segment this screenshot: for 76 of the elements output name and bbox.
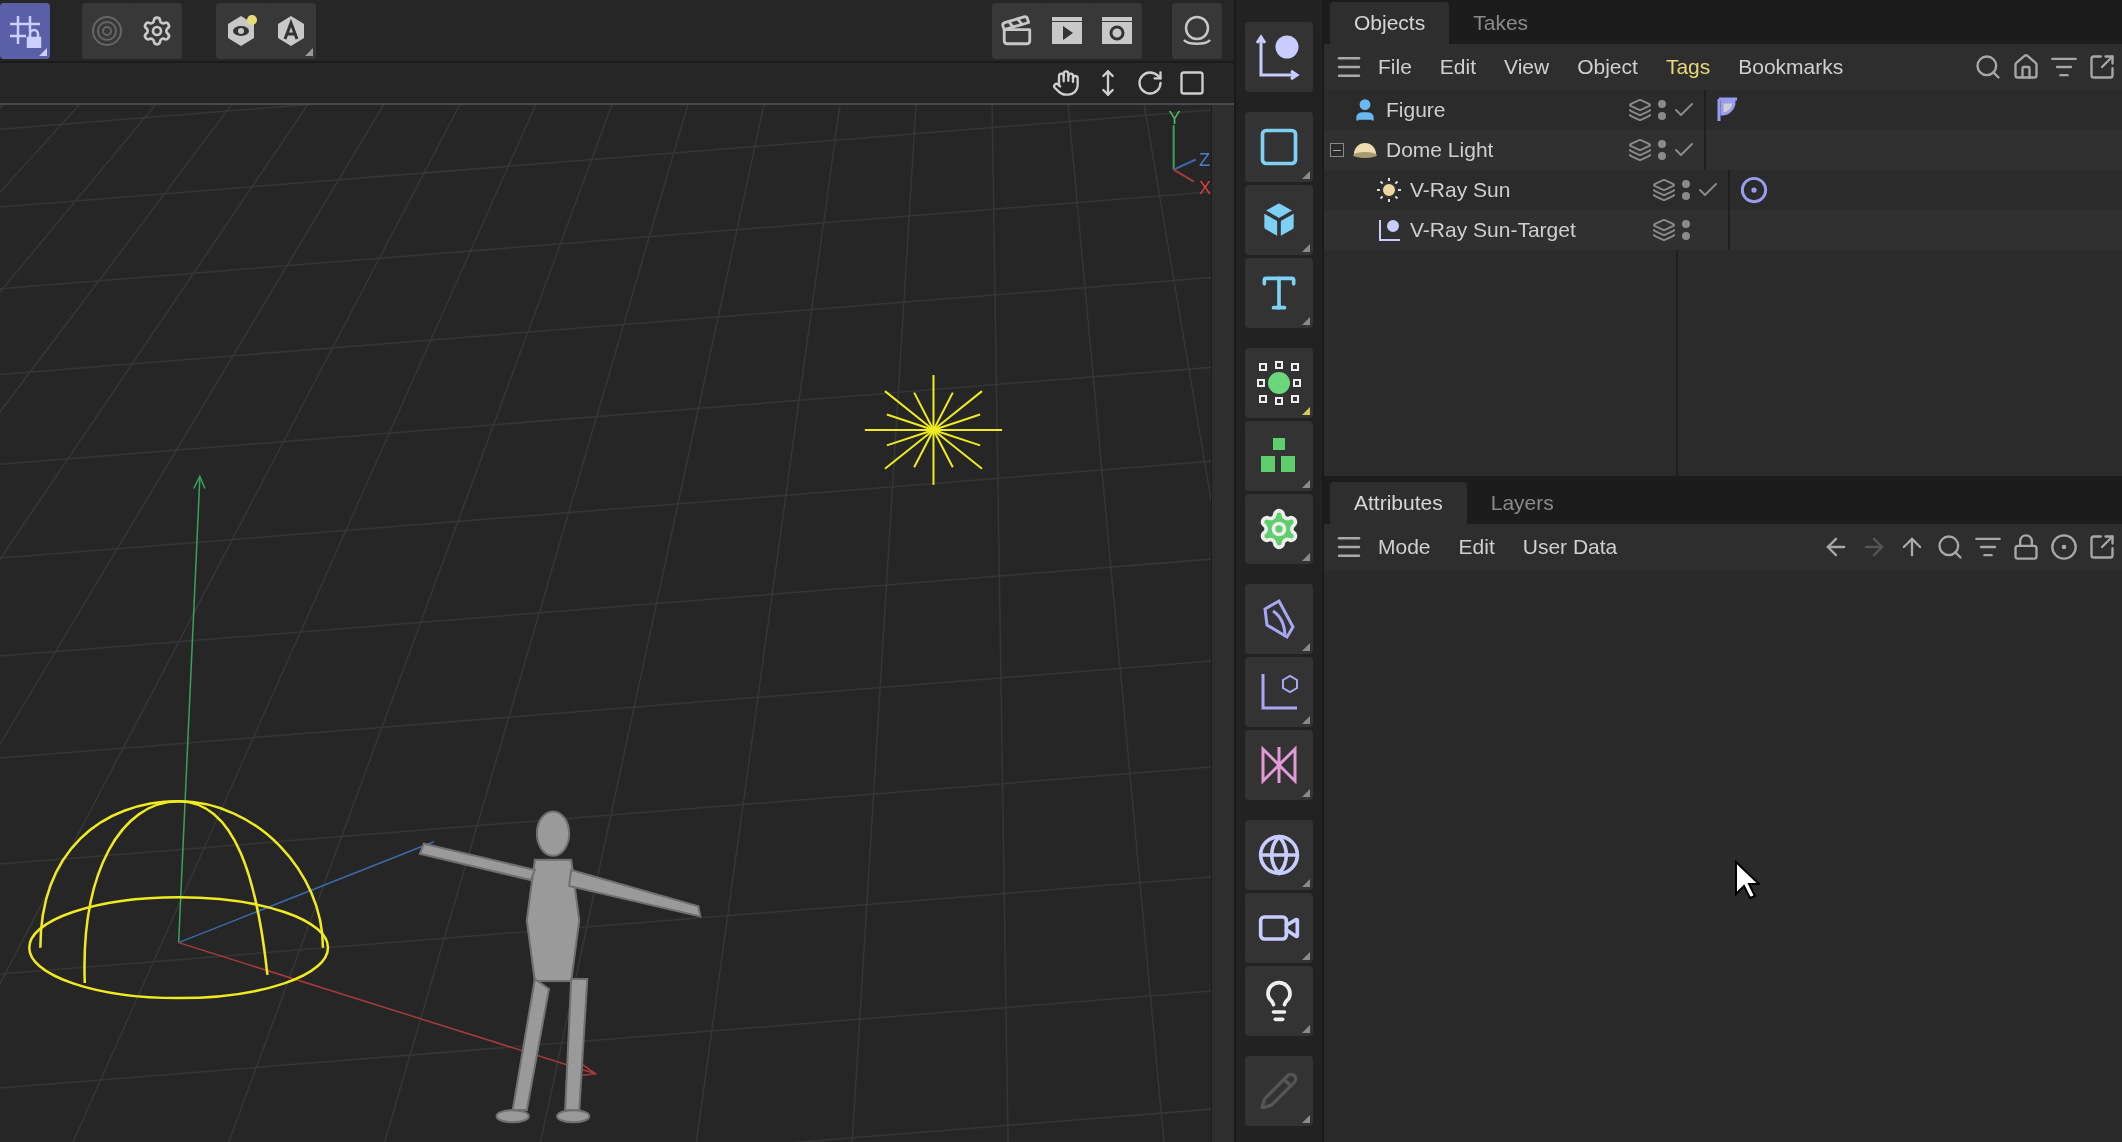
tool-button[interactable] [1245, 22, 1313, 92]
viewport-scrollbar[interactable] [1211, 104, 1234, 1142]
display-tag-icon[interactable] [1716, 97, 1740, 123]
lock-icon[interactable] [2012, 533, 2040, 561]
corner-triangle-icon [1302, 1025, 1310, 1033]
toolbar-button[interactable] [0, 2, 50, 59]
clapperboard-icon [1000, 13, 1034, 48]
pencil-icon [1259, 1071, 1299, 1111]
menu-item[interactable]: Object [1563, 55, 1652, 79]
menu-item[interactable]: Mode [1364, 535, 1445, 559]
concentric-rings-icon [91, 14, 123, 47]
maximize-icon[interactable] [1178, 68, 1206, 97]
visibility-dots[interactable] [1658, 140, 1666, 160]
object-name[interactable]: V-Ray Sun-Target [1410, 218, 1576, 242]
tool-button[interactable] [1245, 258, 1313, 328]
panel-tab[interactable]: Objects [1330, 2, 1450, 44]
visibility-dots[interactable] [1682, 180, 1690, 200]
corner-triangle-icon [1302, 789, 1310, 797]
new-window-icon[interactable] [2088, 53, 2116, 81]
axis-sphere-icon [1376, 217, 1402, 243]
grid-lock-icon [8, 13, 42, 48]
tool-button[interactable] [1245, 893, 1313, 963]
tool-button[interactable] [1245, 657, 1313, 727]
pan-icon[interactable] [1052, 68, 1080, 97]
tool-button[interactable] [1245, 584, 1313, 654]
corner-triangle-icon [1302, 1115, 1310, 1123]
menu-item[interactable]: Tags [1651, 55, 1725, 79]
search-icon[interactable] [1974, 53, 2002, 81]
x-axis-label: X [1198, 177, 1211, 198]
target-icon[interactable] [2050, 533, 2078, 561]
tool-button[interactable] [1245, 820, 1313, 890]
corner-triangle-icon [39, 47, 47, 56]
menu-item[interactable]: File [1364, 55, 1426, 79]
panel-tab[interactable]: Takes [1449, 2, 1553, 44]
object-name[interactable]: V-Ray Sun [1410, 178, 1511, 202]
visibility-dots[interactable] [1682, 220, 1690, 240]
layers-icon[interactable] [1652, 178, 1676, 202]
corner-triangle-icon [1302, 553, 1310, 561]
menu-item[interactable]: Edit [1425, 55, 1491, 79]
tool-button[interactable] [1245, 494, 1313, 564]
tool-button[interactable] [1245, 966, 1313, 1036]
layers-icon[interactable] [1628, 98, 1652, 122]
collapse-toggle[interactable] [1330, 143, 1344, 157]
corner-triangle-icon [1302, 317, 1310, 325]
point-selection-icon [1257, 361, 1301, 405]
tool-button[interactable] [1245, 185, 1313, 255]
dome-icon [1352, 140, 1378, 160]
tool-button[interactable] [1245, 730, 1313, 800]
object-name[interactable]: Figure [1386, 98, 1446, 122]
layers-icon[interactable] [1652, 218, 1676, 242]
orientation-gizmo [1172, 124, 1197, 183]
visibility-dots[interactable] [1658, 100, 1666, 120]
search-icon[interactable] [1936, 533, 1964, 561]
globe-icon [1257, 833, 1301, 877]
mouse-cursor-icon [1734, 860, 1760, 900]
render-view-icon [1180, 13, 1214, 48]
menu-item[interactable]: Bookmarks [1724, 55, 1858, 79]
new-window-icon[interactable] [2088, 533, 2116, 561]
tool-button[interactable] [1245, 112, 1313, 182]
menu-item[interactable]: Edit [1444, 535, 1509, 559]
panel-tab[interactable]: Attributes [1330, 482, 1467, 524]
tool-button[interactable] [1245, 348, 1313, 418]
sun-icon [1376, 177, 1402, 203]
panel-tab[interactable]: Layers [1466, 482, 1578, 524]
home-icon[interactable] [2012, 53, 2040, 81]
tool-button[interactable] [1245, 421, 1313, 491]
rotate-icon[interactable] [1136, 68, 1164, 97]
menu-item[interactable]: User Data [1508, 535, 1632, 559]
settings-icon [141, 14, 173, 47]
corner-triangle-icon [305, 47, 313, 56]
menu-item[interactable]: View [1490, 55, 1564, 79]
y-axis-label: Y [1168, 107, 1181, 128]
z-axis-label: Z [1198, 149, 1210, 170]
object-name[interactable]: Dome Light [1386, 138, 1494, 162]
target-tag-icon[interactable] [1740, 176, 1768, 204]
layers-icon[interactable] [1628, 138, 1652, 162]
